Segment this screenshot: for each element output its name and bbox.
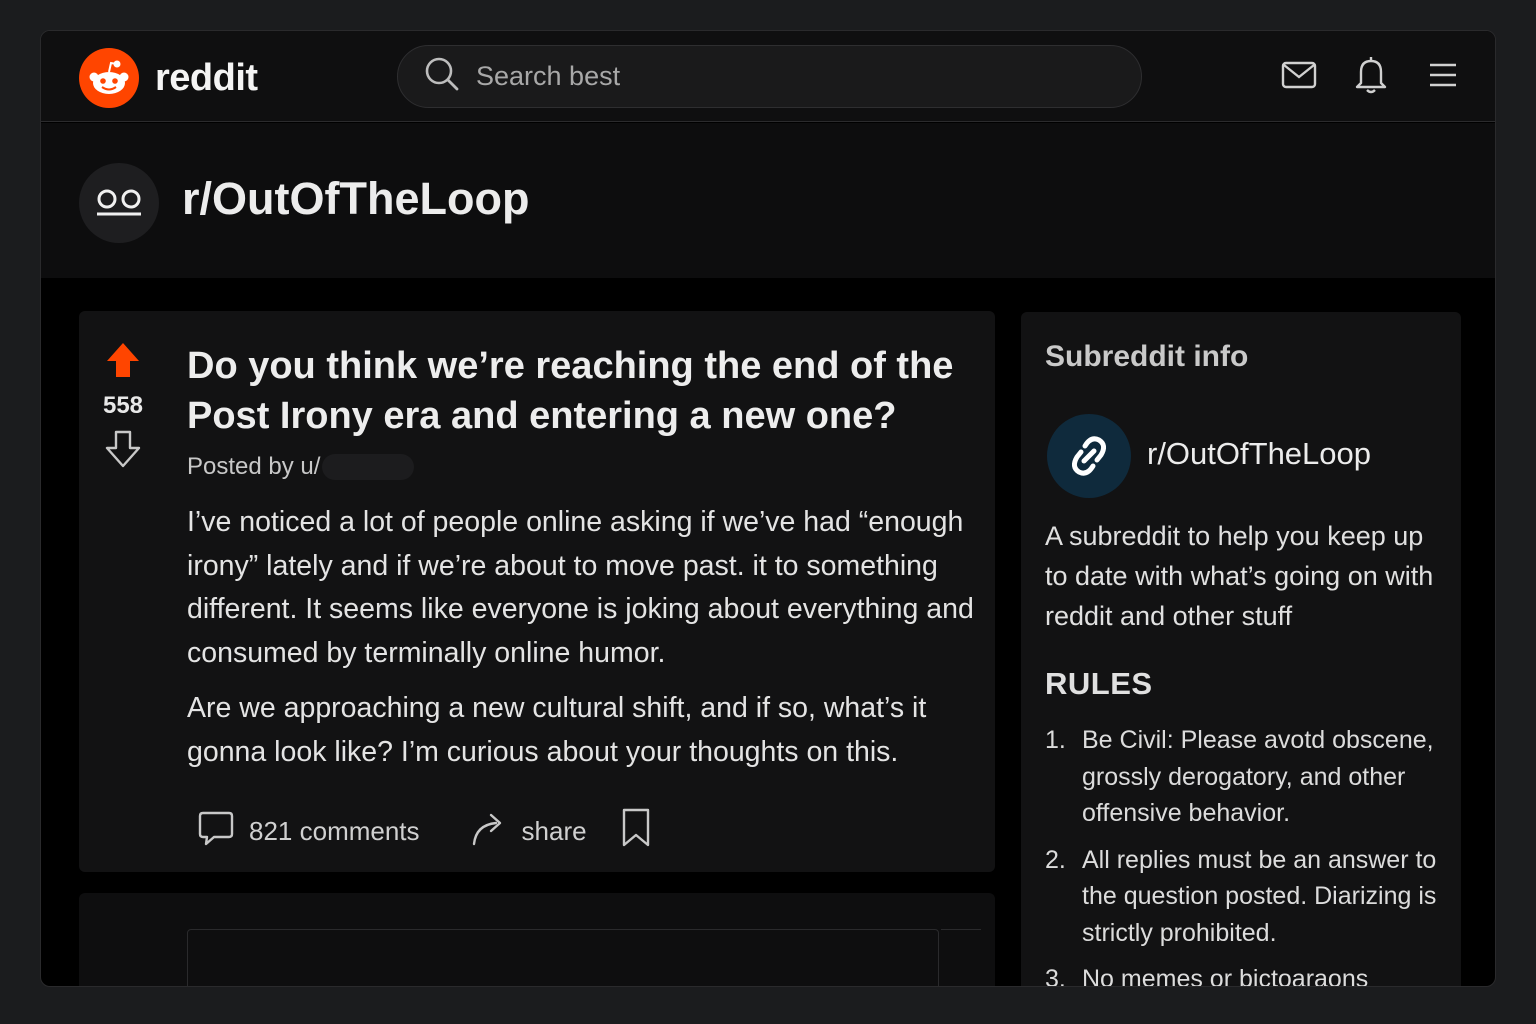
comments-button[interactable]: 821 comments: [197, 809, 420, 854]
rule-number: 3.: [1045, 965, 1066, 987]
comment-section-card: [79, 893, 995, 986]
share-button[interactable]: share: [470, 809, 587, 854]
reddit-logo-icon: [79, 48, 139, 108]
search-bar[interactable]: [397, 45, 1142, 108]
share-label: share: [521, 816, 587, 846]
rule-item: 1. Be Civil: Please avotd obscene, gross…: [1045, 722, 1455, 832]
app-window: reddit Search best r/OutOfTheLoop 558 Do…: [40, 30, 1496, 987]
subreddit-info-sidebar: Subreddit info r/OutOfTheLoop A subreddi…: [1021, 312, 1461, 987]
downvote-arrow-icon[interactable]: [105, 430, 141, 473]
post-body: I’ve noticed a lot of people online aski…: [187, 501, 987, 786]
subreddit-header: r/OutOfTheLoop: [41, 123, 1495, 278]
search-icon: [424, 56, 460, 97]
top-navigation-bar: reddit: [41, 31, 1495, 122]
upvote-arrow-icon[interactable]: [105, 341, 141, 384]
rules-title: RULES: [1045, 666, 1153, 701]
post-card: 558 Do you think we’re reaching the end …: [79, 311, 995, 872]
logo-wordmark: reddit: [155, 56, 258, 99]
bell-icon[interactable]: [1353, 57, 1389, 94]
bookmark-icon: [621, 808, 651, 855]
rule-text: No memes or bictoaraons: [1082, 965, 1369, 987]
redacted-username: [322, 454, 415, 480]
rule-number: 1.: [1045, 726, 1066, 754]
share-arrow-icon: [470, 809, 508, 854]
mail-icon[interactable]: [1281, 57, 1317, 93]
rule-text: Be Civil: Please avotd obscene, grossly …: [1082, 726, 1434, 827]
sidebar-subreddit-name[interactable]: r/OutOfTheLoop: [1147, 436, 1371, 472]
subreddit-title[interactable]: r/OutOfTheLoop: [182, 173, 529, 225]
rule-text: All replies must be an answer to the que…: [1082, 845, 1437, 947]
post-author-line: Posted by u/: [187, 453, 415, 481]
vote-count: 558: [102, 392, 144, 419]
post-actions: 821 comments share: [197, 808, 651, 855]
posted-by-label: Posted by u/: [187, 453, 321, 480]
sidebar-description: A subreddit to help you keep up to date …: [1045, 521, 1434, 631]
search-input[interactable]: [474, 60, 1074, 93]
link-loop-icon: [1071, 436, 1107, 476]
post-paragraph: Are we approaching a new cultural shift,…: [187, 692, 927, 768]
subreddit-avatar[interactable]: [79, 163, 159, 243]
topbar-actions: [1281, 57, 1461, 94]
comment-bubble-icon: [197, 809, 235, 854]
post-paragraph: I’ve noticed a lot of people online aski…: [187, 506, 974, 669]
rules-list: 1. Be Civil: Please avotd obscene, gross…: [1045, 722, 1455, 987]
comment-input-box[interactable]: [187, 929, 939, 986]
sidebar-heading: Subreddit info: [1045, 340, 1249, 373]
save-button[interactable]: [621, 808, 651, 855]
vote-column: 558: [79, 341, 167, 473]
comments-count-label: 821 comments: [249, 816, 420, 846]
rule-item: 2. All replies must be an answer to the …: [1045, 842, 1455, 952]
post-title[interactable]: Do you think we’re reaching the end of t…: [187, 341, 977, 441]
rule-number: 2.: [1045, 845, 1066, 874]
menu-icon[interactable]: [1425, 57, 1461, 93]
reddit-logo-link[interactable]: reddit: [79, 48, 258, 108]
comment-box-edge: [941, 929, 981, 986]
rule-item: 3. No memes or bictoaraons: [1045, 961, 1455, 987]
sidebar-subreddit-avatar[interactable]: [1047, 414, 1131, 498]
loop-eyes-icon: [97, 189, 141, 216]
